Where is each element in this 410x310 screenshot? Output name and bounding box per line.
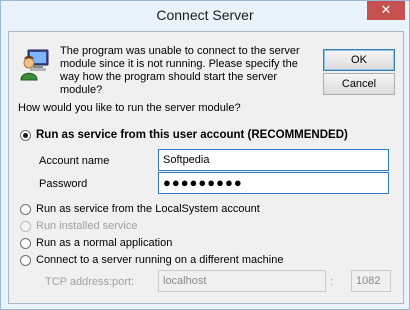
close-button[interactable]: ✕ xyxy=(367,1,405,20)
radio-option-localsystem[interactable]: Run as service from the LocalSystem acco… xyxy=(20,202,260,216)
password-label: Password xyxy=(39,178,88,190)
password-input[interactable]: ●●●●●●●●● xyxy=(158,172,389,194)
close-icon: ✕ xyxy=(380,2,392,17)
account-name-input[interactable]: Softpedia xyxy=(158,149,389,171)
radio-button-selected[interactable] xyxy=(20,129,31,141)
radio-option-user-account[interactable]: Run as service from this user account (R… xyxy=(20,128,348,142)
radio-button-disabled xyxy=(20,220,31,232)
title-bar[interactable]: Connect Server ✕ xyxy=(1,1,409,30)
radio-label: Run as a normal application xyxy=(36,237,173,249)
ok-button[interactable]: OK xyxy=(323,49,395,71)
dialog-body: The program was unable to connect to the… xyxy=(8,31,404,304)
connect-server-window: Connect Server ✕ The program was unable … xyxy=(0,0,410,310)
radio-label: Connect to a server running on a differe… xyxy=(36,254,284,266)
error-message: The program was unable to connect to the… xyxy=(60,45,300,96)
port-separator: : xyxy=(330,276,334,288)
radio-option-installed-service: Run installed service xyxy=(20,219,138,233)
computer-user-icon xyxy=(20,49,49,81)
run-mode-question: How would you like to run the server mod… xyxy=(18,102,241,114)
radio-button[interactable] xyxy=(20,254,31,266)
tcp-address-label: TCP address:port: xyxy=(45,276,135,288)
radio-button[interactable] xyxy=(20,203,31,215)
window-title: Connect Server xyxy=(156,7,254,23)
radio-label: Run installed service xyxy=(36,220,138,232)
tcp-address-input: localhost xyxy=(158,270,326,292)
radio-option-normal-application[interactable]: Run as a normal application xyxy=(20,236,172,250)
radio-option-remote-server[interactable]: Connect to a server running on a differe… xyxy=(20,253,283,267)
cancel-button[interactable]: Cancel xyxy=(323,73,395,95)
radio-label: Run as service from this user account (R… xyxy=(36,129,348,141)
account-name-label: Account name xyxy=(39,155,110,167)
radio-label: Run as service from the LocalSystem acco… xyxy=(36,203,260,215)
tcp-port-input: 1082 xyxy=(351,270,391,292)
radio-button[interactable] xyxy=(20,237,31,249)
